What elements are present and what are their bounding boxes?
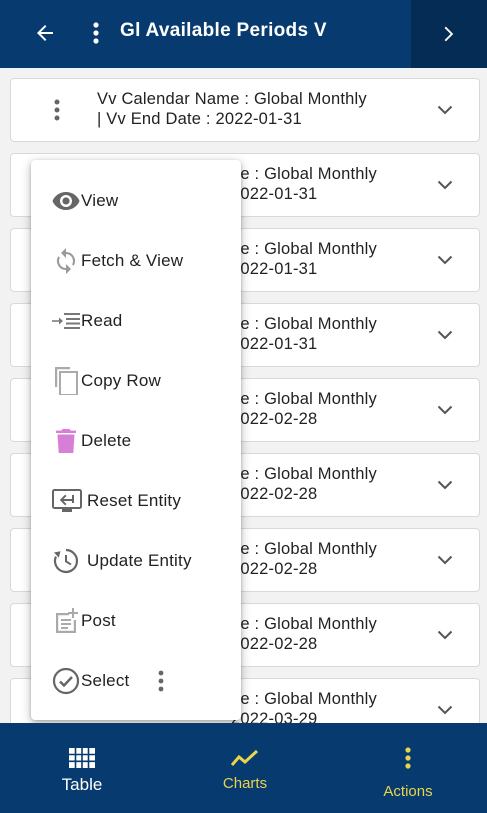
chevron-down-icon[interactable] (435, 324, 455, 346)
back-arrow-icon[interactable] (30, 18, 60, 48)
more-vert-icon[interactable] (86, 18, 106, 48)
menu-item-reset-entity[interactable]: Reset Entity (31, 471, 241, 531)
row-context-menu: View Fetch & View Read Copy Row Delete R… (31, 160, 241, 720)
menu-item-copy-row[interactable]: Copy Row (31, 351, 241, 411)
menu-item-post[interactable]: Post (31, 591, 241, 651)
read-indent-icon (51, 306, 81, 336)
menu-item-view[interactable]: View (31, 171, 241, 231)
menu-item-fetch-view[interactable]: Fetch & View (31, 231, 241, 291)
record-summary: ne : Global Monthly 2022-02-28 (231, 390, 377, 428)
record-summary: ne : Global Monthly 2022-01-31 (231, 240, 377, 278)
tab-table[interactable]: Table (42, 723, 122, 813)
list-item[interactable]: Vv Calendar Name : Global Monthly | Vv En… (10, 78, 480, 142)
chevron-down-icon[interactable] (435, 249, 455, 271)
record-summary: ne : Global Monthly 2022-01-31 (231, 165, 377, 203)
chevron-down-icon[interactable] (435, 549, 455, 571)
bottom-nav: Table Charts Actions (0, 723, 487, 813)
tab-charts[interactable]: Charts (205, 723, 285, 813)
update-history-icon (51, 546, 81, 576)
line-chart-icon (231, 747, 259, 769)
app-bar: Gl Available Periods V (0, 0, 487, 68)
trash-icon (51, 426, 81, 456)
eye-icon (51, 186, 81, 216)
refresh-icon (51, 246, 81, 276)
record-summary: ne : Global Monthly 2022-02-28 (231, 465, 377, 503)
chevron-down-icon[interactable] (435, 624, 455, 646)
chevron-down-icon[interactable] (435, 474, 455, 496)
copy-icon (51, 366, 81, 396)
record-summary: Vv Calendar Name : Global Monthly | Vv En… (97, 90, 367, 128)
chevron-down-icon[interactable] (435, 174, 455, 196)
post-add-icon (51, 606, 81, 636)
menu-item-select[interactable]: Select (31, 651, 241, 711)
row-menu-icon[interactable] (49, 95, 65, 125)
more-vert-icon (405, 747, 411, 769)
menu-item-delete[interactable]: Delete (31, 411, 241, 471)
reset-entity-icon (51, 486, 83, 516)
record-summary: ne : Global Monthly 2022-02-28 (231, 540, 377, 578)
menu-item-read[interactable]: Read (31, 291, 241, 351)
record-summary: ne : Global Monthly 2022-01-31 (231, 315, 377, 353)
chevron-right-icon[interactable] (411, 0, 487, 68)
page-title: Gl Available Periods V (120, 20, 327, 41)
chevron-down-icon[interactable] (435, 699, 455, 721)
table-grid-icon (69, 747, 95, 769)
check-circle-icon (51, 666, 81, 696)
menu-item-update-entity[interactable]: Update Entity (31, 531, 241, 591)
chevron-down-icon[interactable] (435, 99, 455, 121)
chevron-down-icon[interactable] (435, 399, 455, 421)
record-summary: ne : Global Monthly 2022-03-29 (231, 690, 377, 723)
tab-actions[interactable]: Actions (368, 723, 448, 813)
more-vert-icon[interactable] (155, 668, 167, 694)
record-summary: ne : Global Monthly 2022-02-28 (231, 615, 377, 653)
